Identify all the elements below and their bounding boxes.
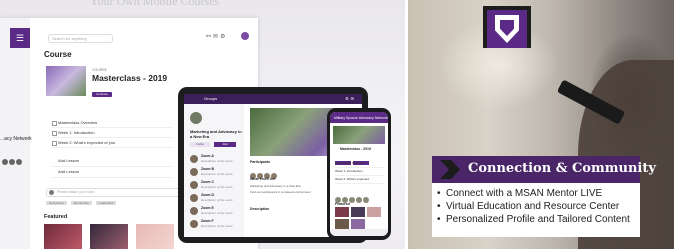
extra-list: Add Lesson Add Lesson xyxy=(52,156,172,178)
list-item[interactable]: Add Lesson xyxy=(52,156,172,167)
phone-screen: Military Spouse Advocacy Network Masterc… xyxy=(330,112,388,236)
menu-icon[interactable]: ☰ xyxy=(10,28,30,48)
phone-cover-image xyxy=(333,126,385,144)
tag[interactable]: Leadership xyxy=(95,201,117,205)
what-label: What You'll Get xyxy=(250,177,276,181)
participant-avatars[interactable] xyxy=(250,166,278,184)
phone-bottom-nav[interactable] xyxy=(330,229,388,236)
msan-logo xyxy=(483,6,531,48)
participants-label: Participants xyxy=(250,160,271,164)
phone-featured-heading: Featured xyxy=(335,202,350,206)
search-input[interactable]: Search for anything xyxy=(48,34,113,43)
thumbnail[interactable] xyxy=(335,207,349,217)
zone-name: Zoom A xyxy=(201,154,214,158)
zone-sub: Description of the event xyxy=(201,198,233,202)
avatar xyxy=(190,194,198,202)
zone-name: Zoom E xyxy=(201,206,214,210)
list-item[interactable]: Add Lesson xyxy=(52,167,172,178)
list-item[interactable]: Zoom C Description of the event xyxy=(190,180,240,191)
invite-button[interactable]: Invite xyxy=(190,142,210,147)
app-mockup-panel: Your Own Mobile Courses ☰ ...acy Network… xyxy=(0,0,405,249)
thumbnail[interactable] xyxy=(136,224,174,249)
join-button[interactable]: Join xyxy=(214,142,236,147)
thumbnail[interactable] xyxy=(351,219,365,229)
group-avatar xyxy=(190,112,202,124)
promo-title: Connection & Community xyxy=(468,161,656,176)
group-sidebar: Marketing and Advocacy in a New Era Invi… xyxy=(184,104,244,237)
list-item[interactable]: Zoom F Description of the event xyxy=(190,219,240,230)
tablet-header-title: Groups xyxy=(204,96,218,101)
list-item[interactable]: Week 2: What's expected of you xyxy=(52,138,172,148)
header-fragment: Your Own Mobile Courses xyxy=(90,0,220,8)
avatar xyxy=(190,220,198,228)
thumbnail[interactable] xyxy=(351,207,365,217)
avatar xyxy=(190,207,198,215)
tablet-header: Groups ⚙✉ xyxy=(184,94,362,104)
promo-panel: Connection & Community Connect with a MS… xyxy=(408,0,674,249)
phone-course-title: Masterclass - 2019 xyxy=(340,147,371,151)
screenshot: Your Own Mobile Courses ☰ ...acy Network… xyxy=(0,0,674,249)
course-title: Masterclass - 2019 xyxy=(92,73,168,83)
phone-header-title: Military Spouse Advocacy Network xyxy=(334,116,388,120)
phone-header: Military Spouse Advocacy Network xyxy=(330,112,388,123)
thumbnail[interactable] xyxy=(90,224,128,249)
list-item[interactable]: Zoom B Description of the event xyxy=(190,167,240,178)
featured-heading: Featured xyxy=(44,214,68,220)
chevron-right-icon xyxy=(440,160,460,179)
description-label: Description xyxy=(250,207,270,211)
course-image xyxy=(46,66,86,96)
feature-item: Virtual Education and Resource Center xyxy=(437,200,640,213)
zone-sub: Description of the event xyxy=(201,185,233,189)
list-item[interactable]: Week 2: What's expected xyxy=(335,176,383,184)
lesson-list: Masterclass Overview Week 1: Introductio… xyxy=(52,118,172,148)
comment-input[interactable]: Please attach your topic xyxy=(46,188,188,197)
avatar xyxy=(190,155,198,163)
header-icons[interactable]: ⚯✉⚙ xyxy=(206,33,227,40)
page-title: Course xyxy=(44,50,72,59)
course-card[interactable]: COURSE Masterclass - 2019 Continue xyxy=(44,64,192,104)
list-item[interactable]: Masterclass Overview xyxy=(52,118,172,128)
thumbnail[interactable] xyxy=(335,219,349,229)
promo-banner: Connection & Community xyxy=(432,156,656,183)
sidebar-network-label: ...acy Network xyxy=(0,136,32,142)
zone-name: Zoom D xyxy=(201,193,215,197)
avatar xyxy=(190,168,198,176)
zone-sub: Description of the event xyxy=(201,172,233,176)
zone-name: Zoom C xyxy=(201,180,215,184)
tablet-header-icons[interactable]: ⚙✉ xyxy=(345,96,356,101)
list-item[interactable]: Week 1: Introduction xyxy=(52,128,172,138)
continue-button[interactable]: Continue xyxy=(92,92,112,97)
course-tag: COURSE xyxy=(92,68,107,72)
list-item[interactable]: Zoom E Description of the event xyxy=(190,206,240,217)
list-item[interactable]: Zoom A Description of the event xyxy=(190,154,240,165)
feature-item: Connect with a MSAN Mentor LIVE xyxy=(437,187,640,200)
tag-list: Networking Mentorship Leadership xyxy=(46,201,119,205)
laptop-sidebar: ☰ ...acy Network xyxy=(0,18,32,249)
zone-sub: Description of the event xyxy=(201,211,233,215)
feature-list: Connect with a MSAN Mentor LIVE Virtual … xyxy=(432,183,640,237)
phone-device: Military Spouse Advocacy Network Masterc… xyxy=(327,108,391,240)
feature-item: Personalized Profile and Tailored Conten… xyxy=(437,213,640,226)
avatar[interactable] xyxy=(241,32,249,40)
avatar xyxy=(190,181,198,189)
member-avatars xyxy=(2,152,23,170)
phone-lesson-list: Masterclass Overview Week 1: Introductio… xyxy=(335,160,383,184)
tag[interactable]: Mentorship xyxy=(70,201,92,205)
list-item[interactable]: Week 1: Introduction xyxy=(335,168,383,176)
list-item[interactable]: Masterclass Overview xyxy=(335,160,383,168)
zone-name: Zoom B xyxy=(201,167,215,171)
thumbnail[interactable] xyxy=(44,224,82,249)
tag[interactable]: Networking xyxy=(46,201,68,205)
zone-name: Zoom F xyxy=(201,219,214,223)
thumbnail[interactable] xyxy=(367,207,381,217)
list-item[interactable]: Zoom D Description of the event xyxy=(190,193,240,204)
zone-sub: Description of the event xyxy=(201,159,233,163)
zone-sub: Description of the event xyxy=(201,224,233,228)
group-name: Marketing and Advocacy in a New Era xyxy=(190,129,242,139)
